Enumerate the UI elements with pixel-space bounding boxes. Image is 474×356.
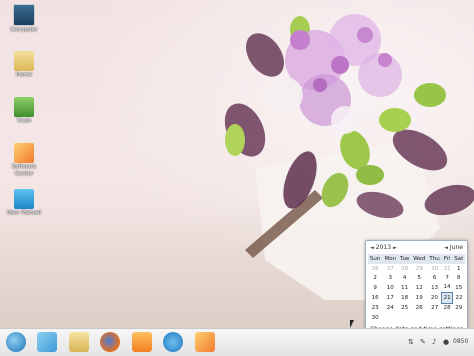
weekday-header: Wed	[411, 254, 428, 264]
tray-network-icon[interactable]: ⇅	[408, 338, 414, 346]
calendar-day	[428, 313, 442, 322]
firefox-icon[interactable]	[100, 332, 120, 352]
media-player-icon[interactable]	[132, 332, 152, 352]
weekday-header: Thu	[427, 254, 442, 264]
calendar-day[interactable]: 27	[382, 264, 398, 273]
dictionary-icon[interactable]	[163, 332, 183, 352]
calendar-day[interactable]: 7	[442, 273, 453, 282]
calendar-month: June	[449, 244, 463, 251]
calendar-day[interactable]: 4	[398, 273, 411, 282]
calendar-day[interactable]: 3	[382, 273, 398, 282]
calendar-day[interactable]: 20	[428, 293, 442, 303]
calendar-grid: Sun Mon Tue Wed Thu Fri Sat 26 27 28 29 30 31…	[368, 254, 465, 322]
calendar-navigation: ◄ 2013 ► ◄ June	[366, 241, 467, 254]
mouse-cursor-icon	[350, 320, 354, 328]
calendar-day[interactable]: 30	[428, 264, 442, 273]
weekday-header: Mon	[382, 254, 399, 264]
weekday-header: Tue	[398, 254, 412, 264]
calendar-day	[382, 313, 398, 322]
calendar-day[interactable]: 22	[453, 293, 465, 303]
prev-month-arrow-icon[interactable]: ◄	[444, 245, 448, 251]
calendar-day[interactable]: 1	[453, 264, 465, 273]
desktop-icon-label: Trash	[16, 118, 32, 124]
calendar-day	[442, 313, 453, 322]
calendar-week-row: 16 17 18 19 20 21 22	[368, 292, 465, 304]
calendar-day[interactable]: 28	[442, 303, 453, 313]
weekday-header: Sun	[368, 254, 383, 264]
calendar-week-row: 26 27 28 29 30 31 1	[368, 264, 465, 273]
desktop-icon-label: Home	[15, 72, 33, 78]
calendar-day[interactable]: 24	[382, 303, 398, 313]
calendar-day	[398, 313, 411, 322]
calendar-day[interactable]: 5	[411, 273, 427, 282]
desktop-icon-label: Computer	[10, 27, 38, 33]
calendar-day[interactable]: 12	[411, 283, 427, 293]
computer-icon	[13, 4, 35, 26]
calendar-day[interactable]: 25	[398, 303, 411, 313]
start-menu-icon[interactable]	[6, 332, 26, 352]
prev-year-arrow-icon[interactable]: ◄	[370, 245, 374, 251]
taskbar-clock[interactable]: 0850	[453, 338, 468, 345]
calendar-popup: ◄ 2013 ► ◄ June Sun Mon Tue Wed Thu Fri …	[365, 240, 468, 339]
calendar-day[interactable]: 11	[398, 283, 411, 293]
calendar-day[interactable]: 28	[398, 264, 411, 273]
calendar-day[interactable]: 9	[368, 283, 382, 293]
tray-volume-icon[interactable]: ♪	[432, 338, 436, 346]
calendar-day[interactable]: 6	[428, 273, 442, 282]
trash-icon	[14, 97, 34, 117]
calendar-day[interactable]: 15	[453, 283, 465, 293]
calendar-day[interactable]: 19	[411, 293, 427, 303]
desktop-icon-software-center[interactable]: Software Center	[2, 143, 46, 178]
calendar-day[interactable]: 29	[411, 264, 427, 273]
calendar-week-row: 2345678	[368, 273, 465, 282]
calendar-day[interactable]: 26	[368, 264, 382, 273]
calendar-day[interactable]: 2	[368, 273, 382, 282]
software-center-icon	[14, 143, 34, 163]
calendar-week-row: 9 10 11 12 13 14 15	[368, 283, 465, 293]
calendar-day[interactable]: 29	[453, 303, 465, 313]
desktop-icon-label: User Manual	[6, 210, 42, 216]
calendar-day[interactable]: 23	[368, 303, 382, 313]
desktop-icon-user-manual[interactable]: User Manual	[2, 189, 46, 217]
calendar-day	[453, 313, 465, 322]
desktop-icon-computer[interactable]: Computer	[2, 4, 46, 34]
calendar-day[interactable]: 26	[411, 303, 427, 313]
next-year-arrow-icon[interactable]: ►	[393, 245, 397, 251]
desktop-icon-label: Software Center	[11, 164, 37, 177]
tray-user-icon[interactable]: ●	[443, 338, 449, 346]
files-icon[interactable]	[69, 332, 89, 352]
calendar-day[interactable]: 21	[441, 292, 454, 304]
calendar-day[interactable]: 27	[428, 303, 442, 313]
calendar-day[interactable]: 10	[382, 283, 398, 293]
tray-edit-icon[interactable]: ✎	[420, 338, 426, 346]
software-center-taskbar-icon[interactable]	[37, 332, 57, 352]
calendar-day[interactable]: 30	[368, 313, 382, 322]
calendar-year: 2013	[375, 244, 392, 251]
calendar-week-row: 23 24 25 26 27 28 29	[368, 303, 465, 313]
calendar-day	[411, 313, 427, 322]
calendar-day[interactable]: 16	[368, 293, 382, 303]
calendar-week-row: 30	[368, 313, 465, 322]
taskbar: ⇅ ✎ ♪ ● 0850	[0, 328, 474, 356]
calendar-day[interactable]: 18	[398, 293, 411, 303]
calendar-day[interactable]: 14	[442, 283, 453, 293]
calendar-day[interactable]: 8	[453, 273, 465, 282]
calendar-day[interactable]: 31	[442, 264, 453, 273]
calendar-day[interactable]: 17	[382, 293, 398, 303]
desktop-icon-trash[interactable]: Trash	[2, 97, 46, 125]
weekday-header: Fri	[441, 254, 453, 264]
calendar-day[interactable]: 13	[428, 283, 442, 293]
desktop-icon-home[interactable]: Home	[2, 51, 46, 79]
software-center-taskbar-icon-2[interactable]	[195, 332, 215, 352]
user-manual-icon	[14, 189, 34, 209]
weekday-header: Sat	[452, 254, 465, 264]
home-folder-icon	[14, 51, 34, 71]
